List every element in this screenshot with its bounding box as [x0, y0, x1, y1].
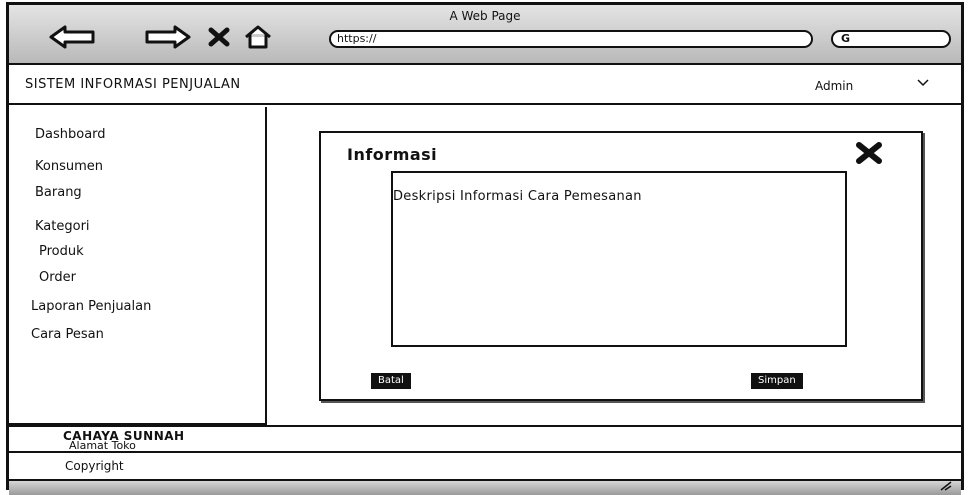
shop-address: Alamat Toko: [69, 439, 136, 452]
back-icon[interactable]: [49, 25, 97, 49]
sidebar-item-dashboard[interactable]: Dashboard: [35, 127, 106, 142]
sidebar: Dashboard Konsumen Barang Kategori Produ…: [9, 107, 267, 425]
cancel-button[interactable]: Batal: [371, 373, 411, 389]
window-title: A Web Page: [449, 9, 521, 23]
chevron-down-icon[interactable]: [917, 79, 929, 87]
dialog-title: Informasi: [347, 145, 438, 164]
copyright-text: Copyright: [65, 459, 124, 473]
dialog-description: Deskripsi Informasi Cara Pemesanan: [393, 189, 642, 204]
url-input[interactable]: https://: [329, 30, 813, 48]
stop-icon[interactable]: [207, 25, 231, 49]
sidebar-item-laporan-penjualan[interactable]: Laporan Penjualan: [31, 299, 151, 314]
browser-toolbar: A Web Page https:// G: [9, 5, 961, 65]
home-icon[interactable]: [243, 25, 273, 49]
info-dialog: Informasi Deskripsi Informasi Cara Pemes…: [319, 131, 923, 401]
sidebar-item-order[interactable]: Order: [39, 270, 76, 285]
search-input[interactable]: G: [831, 30, 951, 48]
page-title: SISTEM INFORMASI PENJUALAN: [25, 77, 241, 92]
browser-window: A Web Page https:// G SISTEM INFORMASI P…: [6, 2, 964, 495]
user-menu[interactable]: Admin: [815, 79, 853, 93]
save-button[interactable]: Simpan: [751, 373, 803, 389]
sidebar-item-barang[interactable]: Barang: [35, 185, 82, 200]
status-bar: [9, 479, 961, 495]
sidebar-item-konsumen[interactable]: Konsumen: [35, 159, 103, 174]
close-icon[interactable]: [855, 141, 883, 165]
sidebar-item-kategori[interactable]: Kategori: [35, 219, 90, 234]
app-header: SISTEM INFORMASI PENJUALAN Admin: [9, 63, 961, 105]
sidebar-item-cara-pesan[interactable]: Cara Pesan: [31, 327, 104, 342]
resize-grip-icon[interactable]: [939, 479, 953, 491]
forward-icon[interactable]: [143, 25, 191, 49]
sidebar-item-produk[interactable]: Produk: [39, 244, 84, 259]
footer-shop: CAHAYA SUNNAH Alamat Toko: [9, 425, 961, 453]
dialog-content-box: Deskripsi Informasi Cara Pemesanan: [391, 171, 847, 347]
